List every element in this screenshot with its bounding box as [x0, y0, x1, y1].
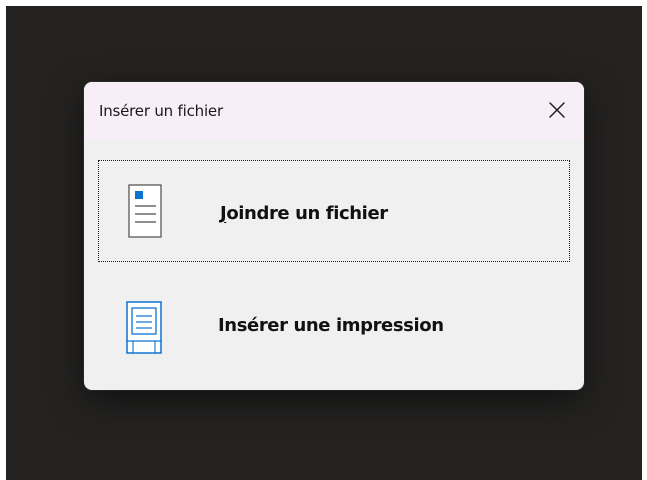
dialog-title: Insérer un fichier: [99, 102, 223, 120]
attach-file-option[interactable]: Joindre un fichier: [98, 160, 570, 262]
attachment-document-icon: [125, 181, 165, 241]
insert-file-dialog: Insérer un fichier Joindre un fichier In…: [84, 82, 584, 390]
printout-document-icon: [124, 296, 164, 356]
close-button[interactable]: [546, 99, 568, 121]
insert-printout-option[interactable]: Insérer une impression: [98, 276, 570, 378]
attach-file-label-rest: oindre un fichier: [226, 203, 388, 224]
insert-printout-label: Insérer une impression: [218, 315, 444, 336]
attach-file-label: Joindre un fichier: [220, 203, 388, 224]
dark-background: Insérer un fichier Joindre un fichier In…: [6, 6, 642, 480]
close-icon: [549, 102, 565, 118]
dialog-titlebar: Insérer un fichier: [84, 82, 584, 140]
